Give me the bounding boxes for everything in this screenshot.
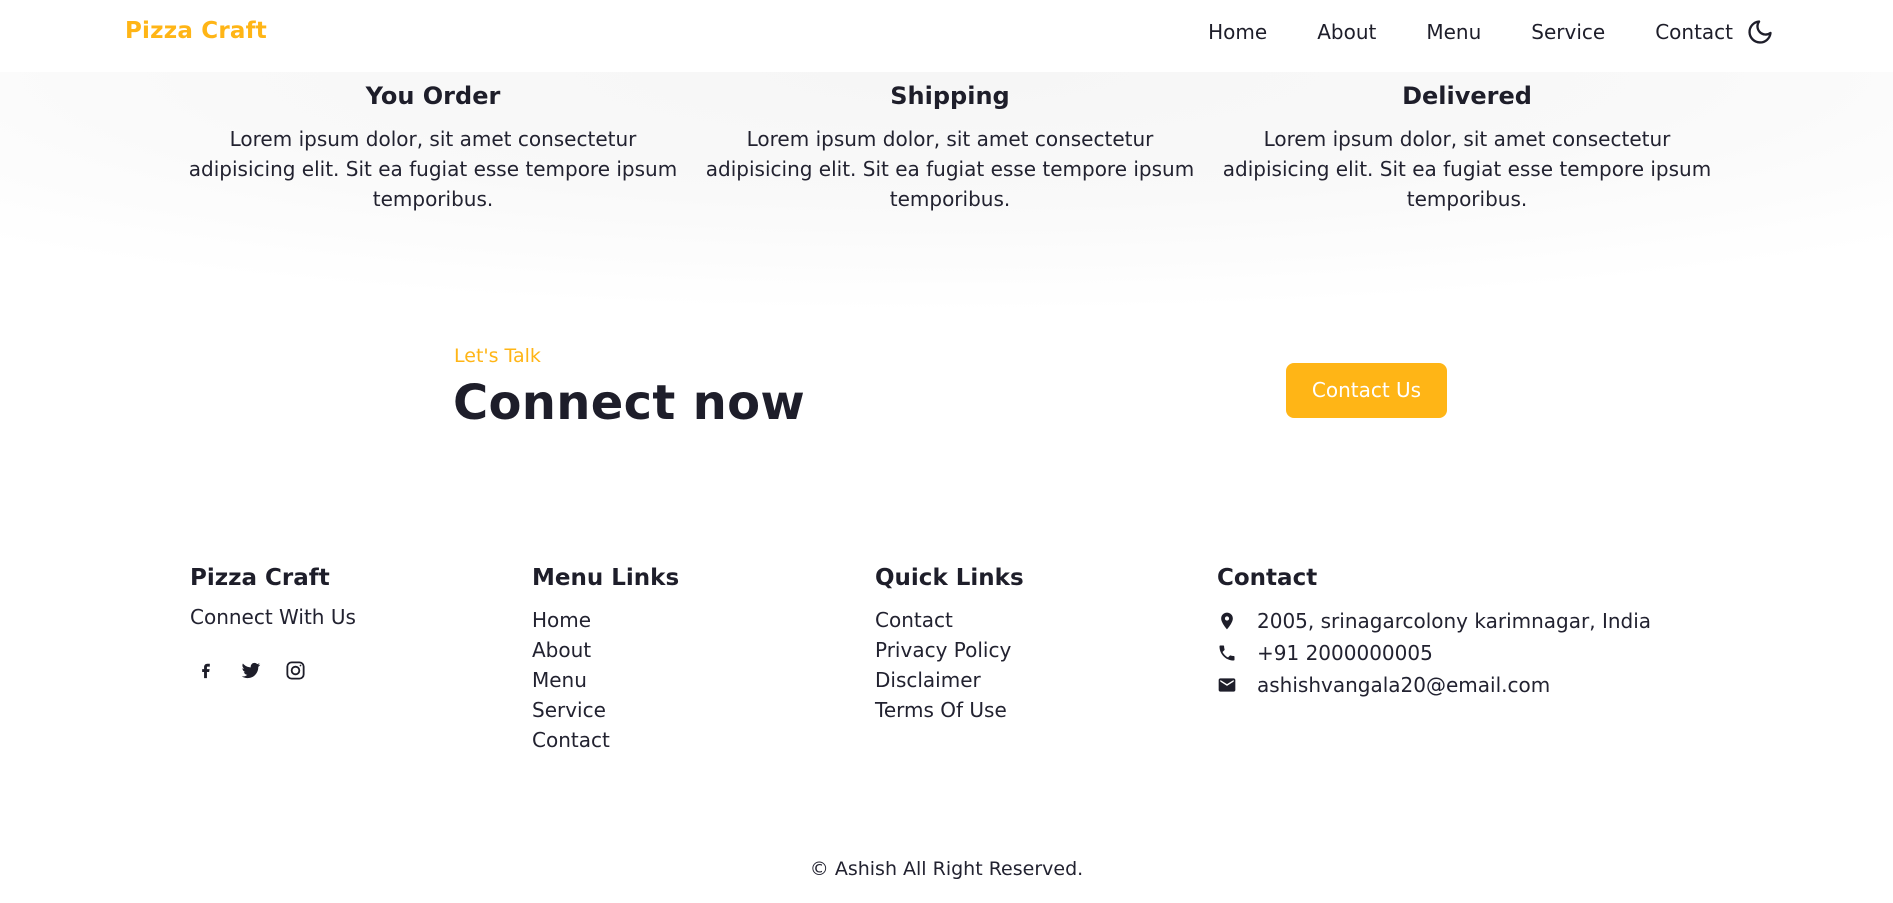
nav-link-about[interactable]: About	[1317, 20, 1376, 44]
location-pin-icon	[1221, 612, 1233, 630]
contact-phone-row: +91 2000000005	[1217, 637, 1651, 669]
footer-link-contact[interactable]: Contact	[532, 725, 679, 755]
nav-link-home[interactable]: Home	[1208, 20, 1267, 44]
quick-links-list: Contact Privacy Policy Disclaimer Terms …	[875, 605, 1024, 725]
order-steps-section: You Order Lorem ipsum dolor, sit amet co…	[0, 72, 1893, 312]
quick-link-terms-of-use[interactable]: Terms Of Use	[875, 695, 1024, 725]
footer-link-menu[interactable]: Menu	[532, 665, 679, 695]
copyright-text: © Ashish All Right Reserved.	[809, 858, 1084, 880]
contact-us-button[interactable]: Contact Us	[1286, 363, 1447, 418]
nav-link-contact[interactable]: Contact	[1655, 20, 1733, 44]
footer-link-service[interactable]: Service	[532, 695, 679, 725]
contact-phone: +91 2000000005	[1257, 641, 1433, 665]
contact-email-row: ashishvangala20@email.com	[1217, 669, 1651, 701]
facebook-icon[interactable]	[194, 659, 217, 682]
nav-links: Home About Menu Service Contact	[1208, 20, 1733, 44]
phone-icon	[1219, 645, 1235, 661]
navbar: Pizza Craft Home About Menu Service Cont…	[0, 0, 1893, 72]
footer-brand-column: Pizza Craft Connect With Us	[190, 565, 356, 682]
step-shipping: Shipping Lorem ipsum dolor, sit amet con…	[700, 82, 1200, 214]
brand-logo[interactable]: Pizza Craft	[125, 18, 267, 44]
menu-links-heading: Menu Links	[532, 565, 680, 591]
footer-contact-column: Contact 2005, srinagarcolony karimnagar,…	[1217, 565, 1651, 701]
quick-link-privacy-policy[interactable]: Privacy Policy	[875, 635, 1024, 665]
quick-link-disclaimer[interactable]: Disclaimer	[875, 665, 1024, 695]
mail-icon	[1218, 678, 1236, 692]
step-description: Lorem ipsum dolor, sit amet consectetur …	[188, 127, 678, 211]
footer-brand-heading: Pizza Craft	[190, 565, 330, 591]
step-you-order: You Order Lorem ipsum dolor, sit amet co…	[183, 82, 683, 214]
step-title: Delivered	[1402, 82, 1532, 110]
connect-with-us-text: Connect With Us	[190, 605, 356, 629]
contact-email: ashishvangala20@email.com	[1257, 673, 1551, 697]
step-title: Shipping	[890, 82, 1010, 110]
footer-link-home[interactable]: Home	[532, 605, 679, 635]
footer-menu-links-column: Menu Links Home About Menu Service Conta…	[532, 565, 679, 755]
contact-heading: Contact	[1217, 565, 1318, 591]
lets-talk-label: Let's Talk	[454, 345, 541, 367]
instagram-icon[interactable]	[284, 659, 307, 682]
quick-links-heading: Quick Links	[875, 565, 1024, 591]
contact-address: 2005, srinagarcolony karimnagar, India	[1257, 609, 1652, 633]
step-delivered: Delivered Lorem ipsum dolor, sit amet co…	[1217, 82, 1717, 214]
connect-now-heading: Connect now	[453, 375, 806, 431]
step-title: You Order	[365, 82, 501, 110]
twitter-icon[interactable]	[239, 659, 262, 682]
footer-link-about[interactable]: About	[532, 635, 679, 665]
step-description: Lorem ipsum dolor, sit amet consectetur …	[705, 127, 1195, 211]
moon-icon[interactable]	[1746, 18, 1774, 46]
nav-link-service[interactable]: Service	[1531, 20, 1605, 44]
quick-link-contact[interactable]: Contact	[875, 605, 1024, 635]
contact-address-row: 2005, srinagarcolony karimnagar, India	[1217, 605, 1651, 637]
menu-links-list: Home About Menu Service Contact	[532, 605, 679, 755]
social-links	[190, 659, 356, 682]
step-description: Lorem ipsum dolor, sit amet consectetur …	[1222, 127, 1712, 211]
footer-quick-links-column: Quick Links Contact Privacy Policy Discl…	[875, 565, 1024, 725]
nav-link-menu[interactable]: Menu	[1426, 20, 1481, 44]
